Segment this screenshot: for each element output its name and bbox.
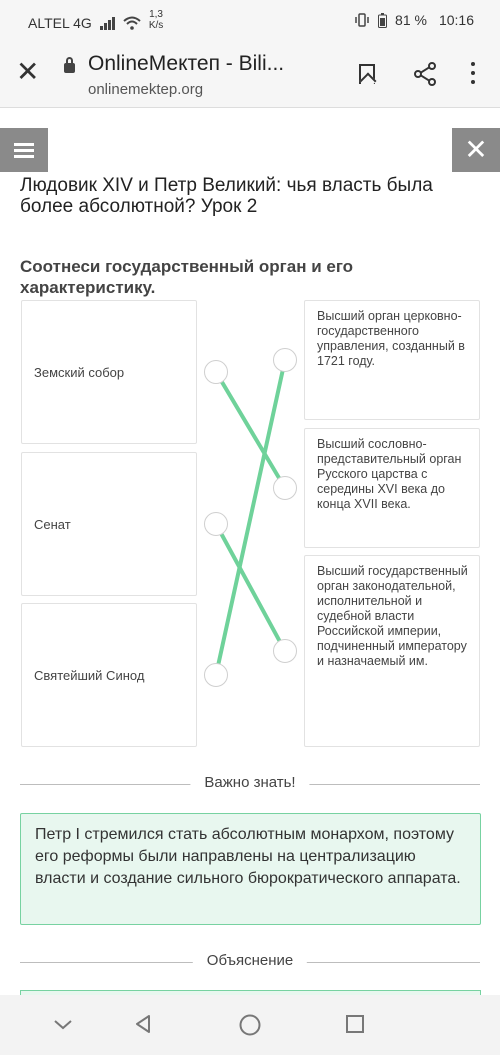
- right-item-synod-description[interactable]: Высший орган церковно-государственного у…: [304, 300, 480, 420]
- battery-level: 81 %: [395, 12, 427, 28]
- lock-icon: [64, 57, 75, 73]
- close-icon: ✕: [464, 134, 488, 165]
- left-connector-node[interactable]: [204, 512, 228, 536]
- system-navigation-bar: [0, 995, 500, 1055]
- left-item-holy-synod[interactable]: Святейший Синод: [21, 603, 197, 747]
- important-text: Петр I стремился стать абсолютным монарх…: [35, 826, 461, 887]
- close-lesson-button[interactable]: ✕: [452, 128, 500, 172]
- right-item-label: Высший сословно-представительный орган Р…: [317, 437, 462, 511]
- left-item-label: Сенат: [34, 516, 71, 532]
- vibrate-icon: [355, 13, 369, 27]
- battery-icon: [378, 12, 388, 28]
- collapse-chevron-icon[interactable]: [52, 1013, 74, 1035]
- browser-toolbar: ✕ OnlineМектеп - Bili... onlinemektep.or…: [0, 40, 500, 108]
- back-icon[interactable]: [132, 1013, 154, 1035]
- home-icon[interactable]: [238, 1013, 262, 1037]
- right-item-zemsky-description[interactable]: Высший сословно-представительный орган Р…: [304, 428, 480, 548]
- explanation-heading: Объяснение: [192, 952, 308, 969]
- left-item-senate[interactable]: Сенат: [21, 452, 197, 596]
- important-divider: Важно знать!: [20, 773, 480, 795]
- left-item-label: Земский собор: [34, 364, 125, 380]
- right-item-label: Высший государственный орган законодател…: [317, 564, 468, 668]
- carrier-label: ALTEL 4G: [28, 15, 92, 31]
- right-connector-node[interactable]: [273, 476, 297, 500]
- left-connector-node[interactable]: [204, 360, 228, 384]
- browser-page-title: OnlineМектеп - Bili...: [88, 52, 285, 75]
- network-speed: 1,3 K/s: [148, 9, 164, 31]
- left-connector-node[interactable]: [204, 663, 228, 687]
- connection-line: [214, 522, 287, 653]
- browser-url[interactable]: onlinemektep.org: [88, 81, 203, 98]
- important-heading: Важно знать!: [190, 774, 310, 791]
- important-info-box: Петр I стремился стать абсолютным монарх…: [20, 813, 481, 925]
- right-item-senate-description[interactable]: Высший государственный орган законодател…: [304, 555, 480, 747]
- overflow-menu-icon[interactable]: [470, 62, 476, 86]
- left-item-zemsky-sobor[interactable]: Земский собор: [21, 300, 197, 444]
- hamburger-icon: [14, 140, 34, 161]
- bookmark-icon[interactable]: [359, 64, 375, 84]
- close-tab-icon[interactable]: ✕: [16, 58, 39, 86]
- lesson-title: Людовик XIV и Петр Великий: чья власть б…: [20, 175, 433, 217]
- share-icon[interactable]: [412, 61, 438, 87]
- wifi-icon: [123, 16, 141, 30]
- task-prompt: Соотнеси государственный орган и его хар…: [20, 257, 354, 297]
- right-connector-node[interactable]: [273, 639, 297, 663]
- status-bar: ALTEL 4G 1,3 K/s 81 % 10:16: [0, 0, 500, 40]
- explanation-divider: Объяснение: [20, 951, 480, 973]
- right-item-label: Высший орган церковно-государственного у…: [317, 309, 465, 368]
- right-connector-node[interactable]: [273, 348, 297, 372]
- recent-apps-icon[interactable]: [344, 1013, 366, 1035]
- clock: 10:16: [438, 12, 474, 28]
- connection-line: [214, 370, 287, 490]
- signal-icon: [99, 16, 115, 30]
- menu-button[interactable]: [0, 128, 48, 172]
- left-item-label: Святейший Синод: [34, 667, 145, 683]
